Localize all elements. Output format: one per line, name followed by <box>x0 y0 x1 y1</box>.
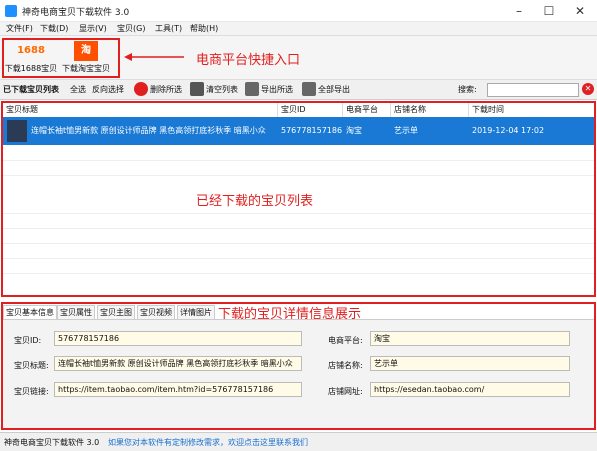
platform-annotation: 电商平台快捷入口 <box>196 53 301 68</box>
app-icon <box>5 5 17 17</box>
maximize-button[interactable]: ☐ <box>534 0 564 22</box>
export-all-button[interactable]: 全部导出 <box>318 84 350 95</box>
invert-selection-button[interactable]: 反向选择 <box>92 84 124 95</box>
detail-highlight-box <box>1 302 596 430</box>
delete-icon <box>134 82 148 96</box>
contact-link[interactable]: 如果您对本软件有定制修改需求，欢迎点击这里联系我们 <box>108 437 308 448</box>
search-clear-icon[interactable]: ✕ <box>582 83 594 95</box>
window-title: 神奇电商宝贝下载软件 3.0 <box>22 8 130 18</box>
export-selected-button[interactable]: 导出所选 <box>261 84 293 95</box>
menu-bar: 文件(F) 下载(D) 显示(V) 宝贝(G) 工具(T) 帮助(H) <box>0 22 597 36</box>
arrow-left-icon <box>124 53 184 61</box>
search-label: 搜索: <box>458 85 477 94</box>
menu-help[interactable]: 帮助(H) <box>190 23 218 34</box>
list-label: 已下载宝贝列表 <box>3 85 59 94</box>
menu-file[interactable]: 文件(F) <box>6 23 33 34</box>
select-all-button[interactable]: 全选 <box>70 84 86 95</box>
menu-download[interactable]: 下载(D) <box>40 23 68 34</box>
export-all-icon <box>302 82 316 96</box>
clear-list-button[interactable]: 清空列表 <box>206 84 238 95</box>
menu-view[interactable]: 显示(V) <box>79 23 107 34</box>
title-bar: 神奇电商宝贝下载软件 3.0 – ☐ ✕ <box>0 0 597 22</box>
status-app-name: 神奇电商宝贝下载软件 3.0 <box>4 438 100 447</box>
close-button[interactable]: ✕ <box>565 0 595 22</box>
minimize-button[interactable]: – <box>504 0 534 22</box>
list-annotation: 已经下载的宝贝列表 <box>196 194 314 209</box>
delete-selected-button[interactable]: 删除所选 <box>150 84 182 95</box>
clear-list-icon <box>190 82 204 96</box>
menu-item[interactable]: 宝贝(G) <box>117 23 145 34</box>
status-bar: 神奇电商宝贝下载软件 3.0 如果您对本软件有定制修改需求，欢迎点击这里联系我们 <box>0 432 597 451</box>
menu-tools[interactable]: 工具(T) <box>155 23 182 34</box>
export-selected-icon <box>245 82 259 96</box>
search-input[interactable] <box>487 83 579 97</box>
platform-highlight-box <box>2 38 120 78</box>
